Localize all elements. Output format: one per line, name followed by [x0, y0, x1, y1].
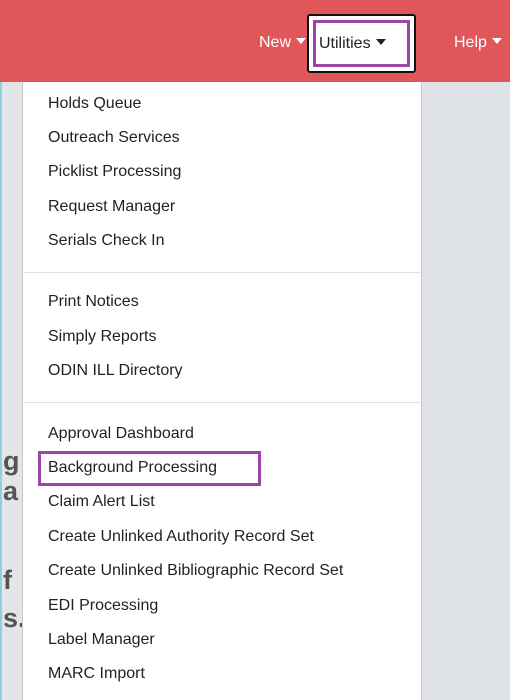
- menu-item-marc-import[interactable]: MARC Import: [48, 664, 145, 684]
- nav-new-menu[interactable]: New: [259, 33, 307, 53]
- screen: New Utilities Help g a f s. Holds Queue …: [0, 0, 510, 700]
- page-text-fragment: f: [3, 565, 12, 595]
- menu-item-create-unlinked-bibliographic-record-set[interactable]: Create Unlinked Bibliographic Record Set: [48, 561, 343, 581]
- menu-item-request-manager[interactable]: Request Manager: [48, 197, 175, 217]
- menu-item-outreach-services[interactable]: Outreach Services: [48, 128, 180, 148]
- utilities-dropdown-menu: Holds Queue Outreach Services Picklist P…: [22, 82, 422, 700]
- page-text-fragment: g: [3, 446, 20, 476]
- caret-down-icon: [491, 38, 502, 44]
- menu-divider: [23, 272, 421, 273]
- nav-utilities-menu[interactable]: Utilities: [307, 14, 416, 73]
- menu-item-edi-processing[interactable]: EDI Processing: [48, 596, 158, 616]
- nav-help-menu[interactable]: Help: [454, 33, 502, 53]
- caret-down-icon: [296, 38, 307, 44]
- menu-item-picklist-processing[interactable]: Picklist Processing: [48, 162, 181, 182]
- nav-new-label: New: [259, 34, 292, 51]
- top-navbar: New Utilities Help: [0, 0, 510, 82]
- menu-item-holds-queue[interactable]: Holds Queue: [48, 94, 141, 114]
- menu-item-create-unlinked-authority-record-set[interactable]: Create Unlinked Authority Record Set: [48, 527, 314, 547]
- menu-item-serials-check-in[interactable]: Serials Check In: [48, 231, 165, 251]
- menu-divider: [23, 402, 421, 403]
- menu-item-background-processing[interactable]: Background Processing: [48, 458, 217, 478]
- page-text-fragment: a: [3, 476, 19, 506]
- menu-item-approval-dashboard[interactable]: Approval Dashboard: [48, 424, 194, 444]
- menu-item-odin-ill-directory[interactable]: ODIN ILL Directory: [48, 361, 183, 381]
- caret-down-icon: [375, 39, 386, 45]
- menu-item-claim-alert-list[interactable]: Claim Alert List: [48, 492, 155, 512]
- nav-utilities-label: Utilities: [319, 35, 371, 52]
- nav-help-label: Help: [454, 34, 487, 51]
- menu-item-label-manager[interactable]: Label Manager: [48, 630, 155, 650]
- background-page: g a f s.: [0, 82, 26, 700]
- menu-item-print-notices[interactable]: Print Notices: [48, 292, 139, 312]
- menu-item-simply-reports[interactable]: Simply Reports: [48, 327, 156, 347]
